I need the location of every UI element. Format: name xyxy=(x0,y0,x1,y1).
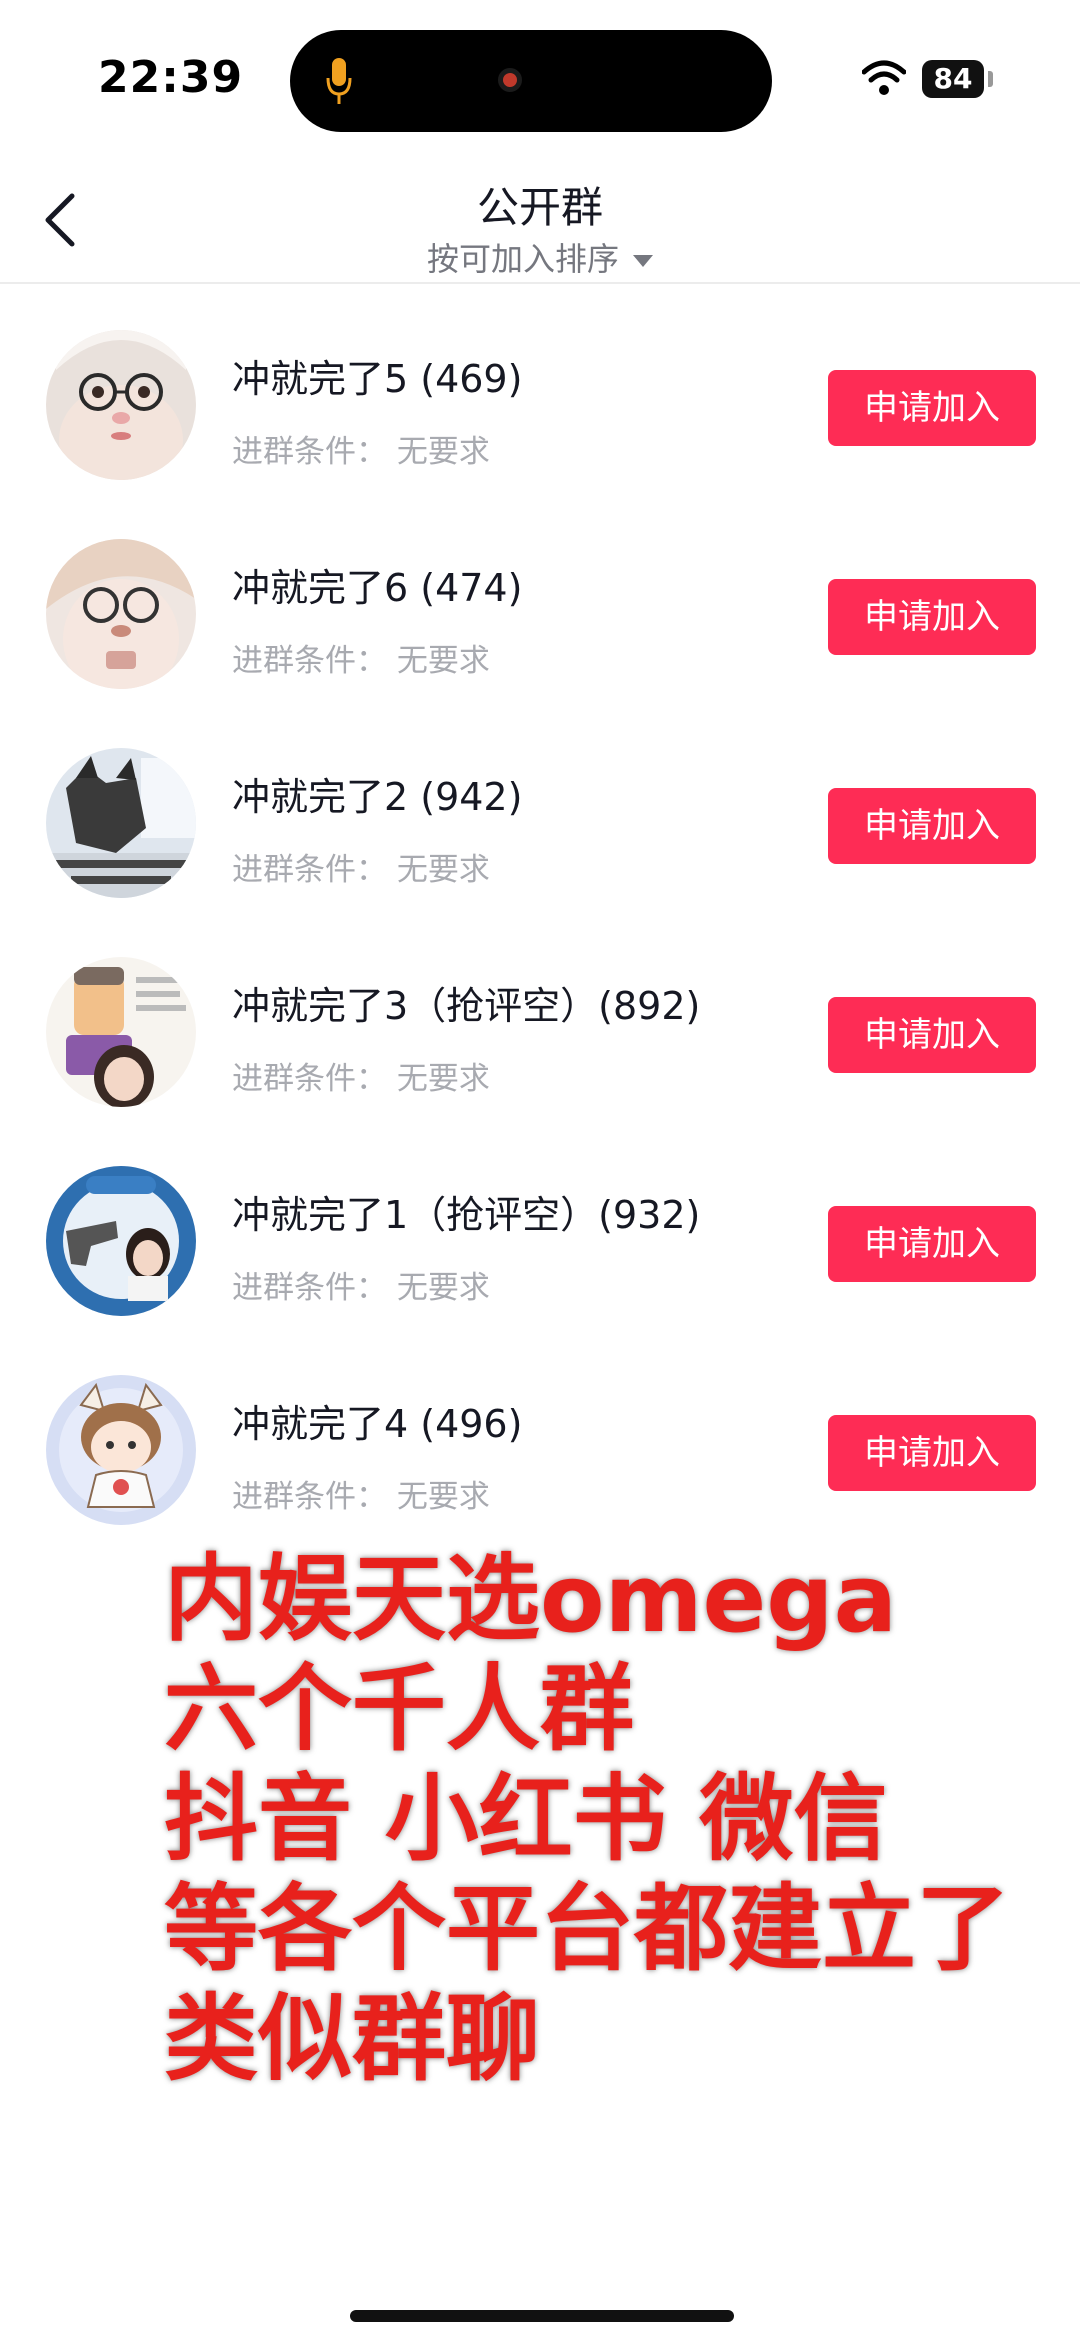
group-name: 冲就完了3（抢评空）(892) xyxy=(232,984,701,1028)
caption-line: 六个千人群 xyxy=(162,1653,636,1766)
group-condition: 进群条件： 无要求 xyxy=(232,1270,490,1306)
group-avatar xyxy=(46,1375,196,1525)
group-avatar xyxy=(46,539,196,689)
caption-line: 类似群聊 xyxy=(162,1983,542,2096)
group-avatar xyxy=(46,1166,196,1316)
recording-dot-icon xyxy=(494,64,526,96)
group-name: 冲就完了2 (942) xyxy=(232,775,523,819)
group-list: 冲就完了5 (469) 进群条件： 无要求 申请加入 冲就完了6 (474) 进… xyxy=(0,330,1080,1584)
group-row[interactable]: 冲就完了5 (469) 进群条件： 无要求 申请加入 xyxy=(0,330,1080,539)
join-button[interactable]: 申请加入 xyxy=(828,1206,1036,1282)
overlay-caption: 内娱天选omega 六个千人群 抖音 小红书 微信 等各个平台都建立了 类似群聊 xyxy=(162,1543,1064,2096)
join-button[interactable]: 申请加入 xyxy=(828,1415,1036,1491)
join-button[interactable]: 申请加入 xyxy=(828,370,1036,446)
caption-line: 内娱天选omega xyxy=(162,1543,899,1656)
group-condition: 进群条件： 无要求 xyxy=(232,852,490,888)
sort-label: 按可加入排序 xyxy=(426,240,619,278)
battery-tip xyxy=(988,71,993,87)
group-row[interactable]: 冲就完了6 (474) 进群条件： 无要求 申请加入 xyxy=(0,539,1080,748)
group-avatar xyxy=(46,330,196,480)
caret-down-icon xyxy=(633,255,653,267)
join-button[interactable]: 申请加入 xyxy=(828,579,1036,655)
join-button[interactable]: 申请加入 xyxy=(828,788,1036,864)
join-button[interactable]: 申请加入 xyxy=(828,997,1036,1073)
microphone-icon xyxy=(326,58,352,104)
group-row[interactable]: 冲就完了2 (942) 进群条件： 无要求 申请加入 xyxy=(0,748,1080,957)
group-row[interactable]: 冲就完了3（抢评空）(892) 进群条件： 无要求 申请加入 xyxy=(0,957,1080,1166)
group-condition: 进群条件： 无要求 xyxy=(232,1479,490,1515)
battery-indicator: 84 xyxy=(922,60,984,98)
caption-line: 抖音 小红书 微信 xyxy=(162,1763,889,1876)
caption-line: 等各个平台都建立了 xyxy=(162,1873,1012,1986)
dynamic-island xyxy=(290,30,772,132)
page-title: 公开群 xyxy=(476,183,603,232)
group-name: 冲就完了5 (469) xyxy=(232,357,523,401)
group-avatar xyxy=(46,748,196,898)
sort-dropdown[interactable]: 按可加入排序 xyxy=(0,234,1080,280)
group-name: 冲就完了1（抢评空）(932) xyxy=(232,1193,701,1237)
group-condition: 进群条件： 无要求 xyxy=(232,1061,490,1097)
group-name: 冲就完了6 (474) xyxy=(232,566,523,610)
group-condition: 进群条件： 无要求 xyxy=(232,434,490,470)
group-condition: 进群条件： 无要求 xyxy=(232,643,490,679)
group-name: 冲就完了4 (496) xyxy=(232,1402,523,1446)
group-avatar xyxy=(46,957,196,1107)
status-bar: 22:39 84 xyxy=(0,0,1080,160)
status-time: 22:39 xyxy=(98,52,244,103)
wifi-icon xyxy=(862,60,906,95)
group-row[interactable]: 冲就完了1（抢评空）(932) 进群条件： 无要求 申请加入 xyxy=(0,1166,1080,1375)
home-indicator[interactable] xyxy=(350,2310,734,2322)
nav-header: 公开群 按可加入排序 xyxy=(0,160,1080,284)
